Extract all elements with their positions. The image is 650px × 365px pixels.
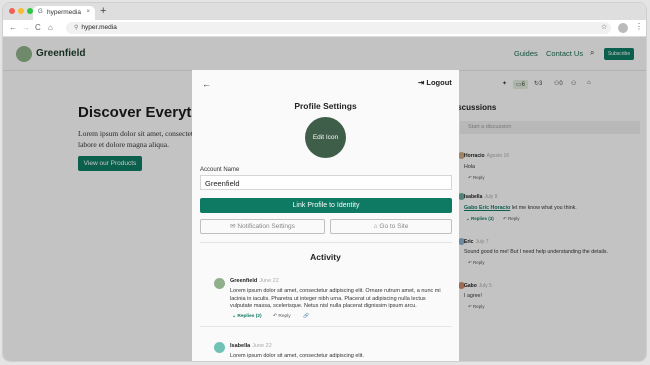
forward-icon[interactable]: → (22, 23, 30, 32)
activity-title: Activity (310, 252, 341, 262)
notification-icon: ✉ (230, 223, 236, 230)
logout-icon: ⇥ (418, 78, 425, 87)
replies-toggle[interactable]: ⌄ Replies (2) (232, 314, 262, 319)
link-icon[interactable]: 🔗 (303, 314, 309, 319)
browser-window: G hypermedia × + ← → C ⌂ ⚲ hyper.media ☆ … (3, 3, 646, 361)
browser-menu-icon[interactable]: ⋮ (635, 22, 643, 31)
tab-close-icon[interactable]: × (86, 9, 90, 15)
notification-settings-button[interactable]: ✉ Notification Settings (200, 219, 325, 234)
go-to-site-button[interactable]: ⌂ Go to Site (330, 219, 452, 234)
avatar (214, 278, 225, 289)
favicon-icon: G (38, 9, 43, 15)
profile-settings-modal: ← ⇥ Logout Profile Settings Edit Icon Ac… (192, 70, 459, 361)
comment-body: Lorem ipsum dolor sit amet, consectetur … (230, 353, 364, 359)
url-text: hyper.media (81, 24, 117, 31)
divider (200, 242, 452, 243)
minimize-window-dot[interactable] (18, 8, 24, 14)
bookmark-star-icon[interactable]: ☆ (601, 23, 607, 31)
comment-author: Greenfield June 22 (230, 278, 279, 284)
tab-bar: G hypermedia × + (3, 3, 646, 20)
back-arrow-icon[interactable]: ← (202, 79, 211, 89)
avatar (214, 342, 225, 353)
address-bar-row: ← → C ⌂ ⚲ hyper.media ☆ ⋮ (3, 20, 646, 37)
page: Greenfield Guides Contact Us ⌕ Subscribe… (3, 37, 646, 361)
profile-avatar[interactable] (618, 23, 628, 33)
comment-author: Isabella June 22 (230, 343, 272, 349)
back-icon[interactable]: ← (9, 23, 17, 32)
logout-button[interactable]: ⇥ Logout (418, 78, 452, 87)
account-name-label: Account Name (200, 167, 240, 173)
profile-settings-title: Profile Settings (294, 101, 357, 111)
close-window-dot[interactable] (9, 8, 15, 14)
browser-tab[interactable]: G hypermedia × (33, 6, 95, 20)
link-profile-button[interactable]: Link Profile to Identity (200, 198, 452, 213)
home-icon[interactable]: ⌂ (48, 23, 53, 32)
account-name-input[interactable]: Greenfield (200, 175, 452, 190)
edit-icon-avatar[interactable]: Edit Icon (305, 117, 346, 158)
url-field[interactable]: ⚲ hyper.media (66, 22, 611, 34)
comment-body: Lorem ipsum dolor sit amet, consectetur … (230, 288, 441, 309)
tab-title: hypermedia (47, 9, 81, 16)
divider (200, 326, 452, 327)
reload-icon[interactable]: C (35, 23, 41, 32)
reply-button[interactable]: ↶ Reply (273, 314, 291, 319)
site-icon: ⌂ (373, 223, 378, 230)
new-tab-icon[interactable]: + (100, 5, 106, 17)
lock-icon: ⚲ (74, 25, 79, 31)
